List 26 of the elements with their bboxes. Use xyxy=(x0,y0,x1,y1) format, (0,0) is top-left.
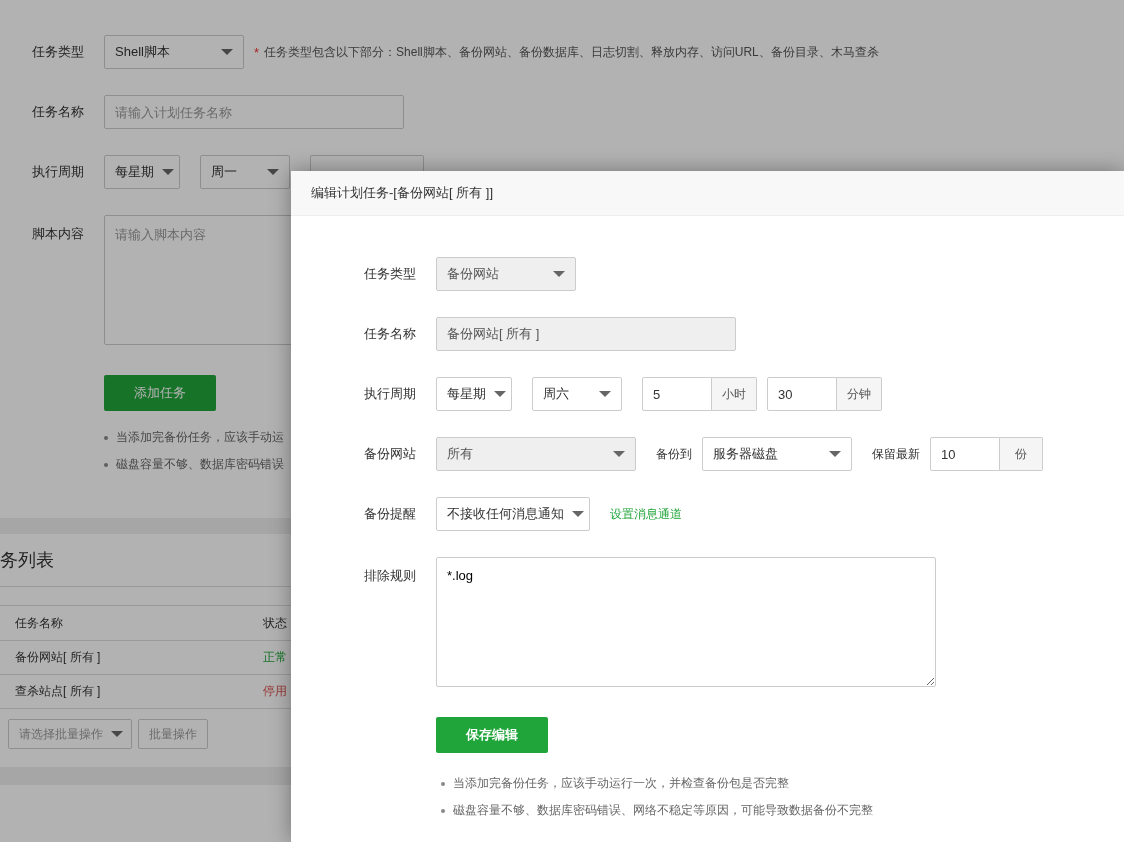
hint-text: 任务类型包含以下部分：Shell脚本、备份网站、备份数据库、日志切割、释放内存、访问URL、备份目录、木马查杀 xyxy=(264,43,879,61)
field-label: 排除规则 xyxy=(364,567,417,585)
note-text: 磁盘容量不够、数据库密码错误 xyxy=(116,456,284,473)
note-text: 当添加完备份任务，应该手动运行一次，并检查备份包是否完整 xyxy=(453,775,789,792)
table-cell-text: 查杀站点[ 所有 ] xyxy=(14,683,102,700)
field-label: 执行周期 xyxy=(32,163,85,181)
table-cell-text: 备份网站[ 所有 ] xyxy=(14,649,102,666)
field-label: 备份网站 xyxy=(364,445,417,463)
field-label: 任务类型 xyxy=(32,43,85,61)
field-label: 任务类型 xyxy=(364,265,417,283)
note-text: 当添加完备份任务，应该手动运 xyxy=(116,429,284,446)
unit-label: 分钟 xyxy=(837,377,882,411)
field-label: 保留最新 xyxy=(872,445,920,463)
note-text: 磁盘容量不够、数据库密码错误、网络不稳定等原因，可能导致数据备份不完整 xyxy=(453,802,873,819)
field-label: 任务名称 xyxy=(364,325,417,343)
field-label: 执行周期 xyxy=(364,385,417,403)
field-label: 脚本内容 xyxy=(32,225,85,243)
column-header: 任务名称 xyxy=(14,614,64,632)
column-header: 状态 xyxy=(263,614,287,632)
required-mark: * xyxy=(254,44,260,60)
unit-label: 小时 xyxy=(712,377,757,411)
field-label: 任务名称 xyxy=(32,103,85,121)
field-label: 备份到 xyxy=(656,445,692,463)
unit-label: 份 xyxy=(1000,437,1043,471)
field-label: 备份提醒 xyxy=(364,505,417,523)
dialog-title: 编辑计划任务-[备份网站[ 所有 ]] xyxy=(311,184,493,202)
